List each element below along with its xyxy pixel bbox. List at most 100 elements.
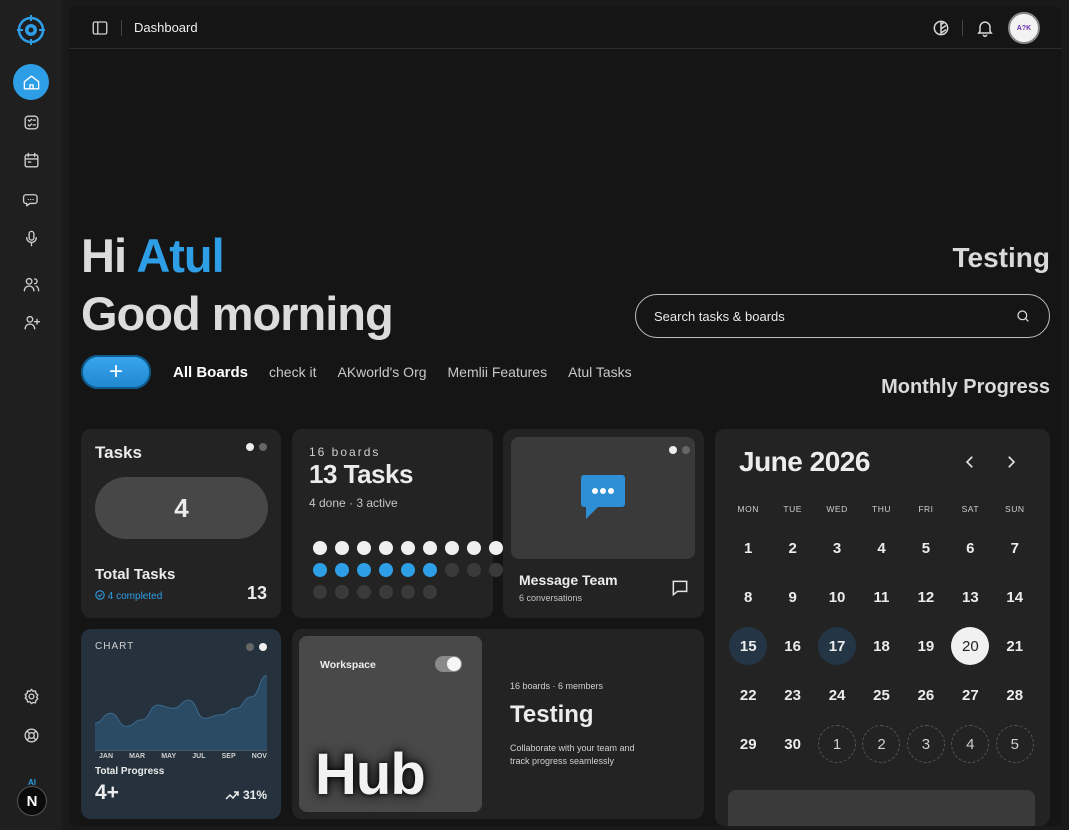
calendar-day[interactable]: 11 bbox=[862, 578, 900, 616]
search-input[interactable]: Search tasks & boards bbox=[635, 294, 1050, 338]
sidebar-toggle-icon[interactable] bbox=[91, 19, 109, 37]
tab-atul-tasks[interactable]: Atul Tasks bbox=[568, 364, 632, 381]
calendar-day[interactable]: 29 bbox=[729, 725, 767, 763]
prev-month-chevron-icon[interactable] bbox=[961, 453, 979, 471]
progress-percent: 31% bbox=[242, 788, 267, 802]
calendar-day[interactable]: 5 bbox=[995, 725, 1034, 763]
calendar-day[interactable]: 9 bbox=[774, 578, 812, 616]
nav-mic-icon[interactable] bbox=[13, 220, 49, 256]
calendar-day[interactable]: 5 bbox=[907, 529, 945, 567]
nav-settings-icon[interactable] bbox=[13, 678, 49, 714]
nav-tasks-icon[interactable] bbox=[13, 104, 49, 140]
monthly-progress-heading: Monthly Progress bbox=[881, 376, 1050, 398]
notifications-bell-icon[interactable] bbox=[975, 18, 995, 38]
pager-dot[interactable] bbox=[246, 443, 254, 451]
boards-card[interactable]: 16 boards 13 Tasks 4 done · 3 active bbox=[292, 429, 525, 618]
calendar-day[interactable]: 30 bbox=[774, 725, 812, 763]
calendar-day[interactable]: 2 bbox=[774, 529, 812, 567]
total-tasks-value: 13 bbox=[246, 583, 267, 603]
calendar-day[interactable]: 1 bbox=[729, 529, 767, 567]
add-board-button[interactable]: + bbox=[81, 355, 151, 389]
next-month-chevron-icon[interactable] bbox=[1002, 453, 1020, 471]
tab-memlii-features[interactable]: Memlii Features bbox=[448, 364, 548, 381]
chart-label: CHART bbox=[95, 641, 135, 652]
calendar-day[interactable]: 27 bbox=[951, 676, 989, 714]
tasks-card[interactable]: Tasks 4 Total Tasks 4 completed 13 bbox=[81, 429, 281, 618]
calendar-day[interactable]: 26 bbox=[907, 676, 945, 714]
calendar-day[interactable]: 16 bbox=[774, 627, 812, 665]
greeting-salutation: Good morning bbox=[81, 287, 394, 340]
progress-area-chart bbox=[95, 675, 267, 751]
pager-dot[interactable] bbox=[259, 443, 267, 451]
nav-calendar-icon[interactable] bbox=[13, 142, 49, 178]
tab-all-boards[interactable]: All Boards bbox=[173, 364, 248, 381]
workspace-hub-card[interactable]: Workspace Hub 16 boards · 6 members Test… bbox=[292, 629, 704, 819]
calendar-day[interactable]: 19 bbox=[907, 627, 945, 665]
calendar-day[interactable]: 23 bbox=[774, 676, 812, 714]
task-dot bbox=[445, 541, 459, 555]
calendar-day[interactable]: 4 bbox=[951, 725, 990, 763]
calendar-day[interactable]: 2 bbox=[862, 725, 901, 763]
calendar-day[interactable]: 4 bbox=[862, 529, 900, 567]
calendar-day[interactable]: 13 bbox=[951, 578, 989, 616]
card-pager-dots[interactable] bbox=[246, 443, 267, 451]
pager-dot[interactable] bbox=[246, 643, 254, 651]
calendar-day[interactable]: 24 bbox=[818, 676, 856, 714]
calendar-day[interactable]: 21 bbox=[996, 627, 1034, 665]
tab-akworld-org[interactable]: AKworld's Org bbox=[337, 364, 426, 381]
pager-dot[interactable] bbox=[259, 643, 267, 651]
app-logo-icon[interactable] bbox=[15, 12, 47, 48]
total-progress-label: Total Progress bbox=[95, 766, 165, 777]
calendar-day[interactable]: 6 bbox=[951, 529, 989, 567]
weekday-label: THU bbox=[872, 504, 891, 514]
workspace-avatar[interactable]: N bbox=[17, 786, 47, 816]
workspace-name: Testing bbox=[510, 701, 594, 728]
completed-text: 4 completed bbox=[107, 591, 163, 602]
calendar-day[interactable]: 7 bbox=[996, 529, 1034, 567]
calendar-day[interactable]: 3 bbox=[906, 725, 945, 763]
calendar-day[interactable]: 15 bbox=[729, 627, 768, 665]
tasks-card-title: Tasks bbox=[95, 443, 142, 462]
calendar-day[interactable]: 22 bbox=[729, 676, 767, 714]
weekday-header: MON TUE WED THU FRI SAT SUN bbox=[726, 504, 1037, 514]
calendar-day-today[interactable]: 20 bbox=[951, 627, 990, 665]
nav-chat-icon[interactable] bbox=[13, 181, 49, 217]
conversations-count: 6 conversations bbox=[519, 593, 583, 603]
message-preview bbox=[511, 437, 695, 559]
theme-toggle-icon[interactable] bbox=[931, 18, 951, 38]
calendar-day[interactable]: 25 bbox=[862, 676, 900, 714]
pager-dot[interactable] bbox=[669, 446, 677, 454]
nav-users-icon[interactable] bbox=[13, 266, 49, 302]
task-dot-grid bbox=[313, 541, 525, 599]
workspace-toggle[interactable] bbox=[435, 656, 462, 672]
calendar-day[interactable]: 1 bbox=[818, 725, 857, 763]
chart-card[interactable]: CHART JAN MAR MAY JUL SEP NOV Total Progress … bbox=[81, 629, 281, 819]
calendar-day[interactable]: 14 bbox=[996, 578, 1034, 616]
task-dot bbox=[401, 563, 415, 577]
nav-add-user-icon[interactable] bbox=[13, 304, 49, 340]
weekday-label: FRI bbox=[918, 504, 934, 514]
nav-home-icon[interactable] bbox=[13, 64, 49, 100]
task-dot bbox=[313, 585, 327, 599]
nav-help-icon[interactable] bbox=[13, 717, 49, 753]
card-pager-dots[interactable] bbox=[669, 446, 690, 454]
check-circle-icon bbox=[95, 590, 105, 600]
calendar-day[interactable]: 18 bbox=[862, 627, 900, 665]
calendar-day[interactable]: 17 bbox=[818, 627, 857, 665]
chart-x-tick-label: MAR bbox=[129, 753, 146, 760]
calendar-footer-panel bbox=[728, 790, 1035, 826]
calendar-day[interactable]: 12 bbox=[907, 578, 945, 616]
tab-check-it[interactable]: check it bbox=[269, 364, 316, 381]
card-pager-dots[interactable] bbox=[246, 643, 267, 651]
pager-dot[interactable] bbox=[682, 446, 690, 454]
calendar-day[interactable]: 10 bbox=[818, 578, 856, 616]
calendar-day[interactable]: 28 bbox=[996, 676, 1034, 714]
chart-x-tick-label: MAY bbox=[161, 753, 177, 760]
calendar-day[interactable]: 3 bbox=[818, 529, 856, 567]
user-avatar[interactable]: A?K bbox=[1008, 12, 1040, 44]
calendar-day[interactable]: 8 bbox=[729, 578, 767, 616]
chart-x-tick-label: SEP bbox=[221, 753, 236, 760]
message-team-card[interactable]: Message Team 6 conversations bbox=[503, 429, 704, 618]
search-icon[interactable] bbox=[1015, 308, 1031, 324]
message-square-icon[interactable] bbox=[670, 578, 690, 598]
